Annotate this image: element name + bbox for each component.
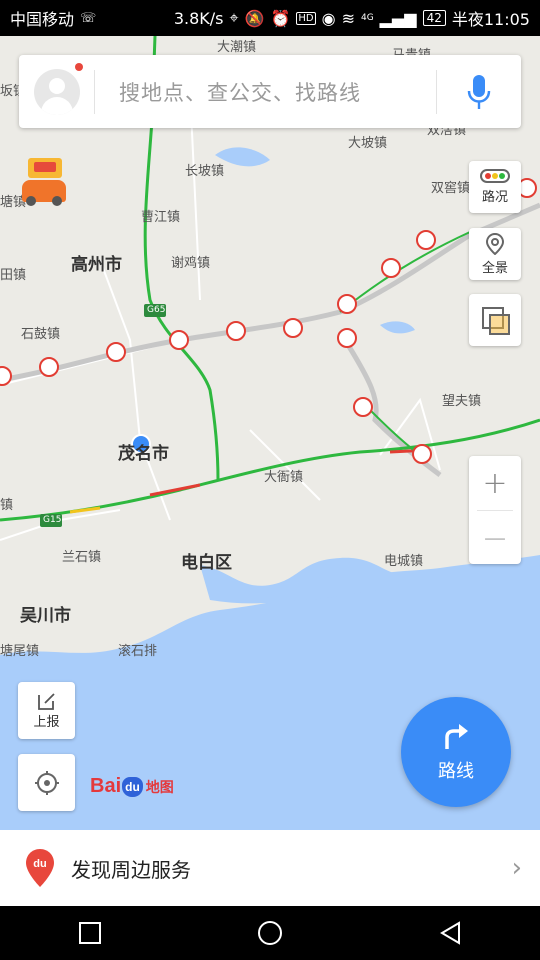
slow-segment — [69, 506, 101, 514]
traffic-label: 路况 — [481, 190, 508, 205]
route-button[interactable]: 路线 — [401, 697, 511, 807]
city-label: 高州市 — [71, 255, 122, 275]
construction-markers — [0, 178, 537, 464]
microphone-icon — [467, 74, 491, 109]
layers-icon — [482, 307, 510, 335]
nearby-services-panel[interactable]: du 发现周边服务 › — [0, 830, 540, 906]
place-label: 石鼓镇 — [21, 327, 61, 342]
expressway-gray — [0, 202, 540, 383]
promo-car-icon[interactable] — [20, 158, 70, 213]
battery-indicator: 42 — [422, 10, 446, 26]
panorama-button[interactable]: 全景 — [469, 228, 521, 280]
place-label: 大潮镇 — [217, 40, 257, 55]
place-label: 镇 — [0, 498, 14, 513]
layers-button[interactable] — [469, 294, 521, 346]
baidu-pin-icon: du — [26, 849, 54, 887]
system-nav-bar — [0, 906, 540, 960]
place-label: 塘尾镇 — [0, 644, 40, 659]
mute-icon: 🔕 — [244, 8, 265, 28]
logo-map-text: 地图 — [145, 778, 174, 795]
voice-search-button[interactable] — [437, 74, 521, 109]
back-button[interactable] — [439, 921, 461, 945]
place-label: 长坡镇 — [185, 164, 225, 179]
lake — [380, 321, 415, 334]
zoom-control: + — — [469, 456, 521, 564]
locate-icon — [34, 770, 59, 795]
report-label: 上报 — [33, 715, 60, 730]
wifi-call-icon: ☏ — [80, 10, 97, 26]
place-label: 电城镇 — [384, 554, 424, 569]
traffic-button[interactable]: 路况 — [469, 161, 521, 213]
place-label: 大衙镇 — [264, 470, 304, 485]
place-label: 田镇 — [0, 268, 27, 283]
clock: 半夜11:05 — [451, 10, 530, 29]
city-label: 茂名市 — [118, 444, 169, 464]
signal-icon: ▂▄▆ — [379, 8, 417, 28]
edit-icon — [37, 693, 55, 710]
alarm-icon: ⏰ — [270, 8, 291, 28]
avatar-head-shape — [49, 77, 65, 94]
zoom-in-button[interactable]: + — [469, 456, 521, 510]
wifi-icon: ≋ — [341, 8, 355, 28]
city-label: 吴川市 — [20, 606, 71, 626]
highway-label-g65: G65 — [147, 305, 166, 315]
eye-icon: ◉ — [321, 8, 336, 28]
home-button[interactable] — [257, 921, 282, 945]
route-label: 路线 — [438, 761, 474, 782]
logo-bai-text: Bai — [90, 775, 122, 797]
place-label: 曹江镇 — [141, 210, 181, 225]
network-speed: 3.8K/s — [173, 8, 224, 28]
place-label: 望夫镇 — [442, 394, 482, 409]
recent-apps-button[interactable] — [78, 922, 101, 944]
locate-button[interactable] — [18, 754, 75, 811]
traffic-light-icon — [480, 169, 510, 183]
search-input[interactable]: 搜地点、查公交、找路线 — [95, 77, 436, 107]
network-type: 4G — [360, 13, 374, 23]
chevron-right-icon: › — [511, 853, 522, 883]
turn-right-icon — [445, 724, 468, 749]
report-button[interactable]: 上报 — [18, 682, 75, 739]
nearby-services-label: 发现周边服务 — [71, 857, 191, 882]
status-bar: 中国移动 ☏ 3.8K/s ⌖ 🔕 ⏰ HD ◉ ≋ 4G ▂▄▆ 42 半夜1… — [0, 0, 540, 36]
logo-paw-icon: du — [122, 776, 143, 797]
location-status-icon: ⌖ — [229, 8, 239, 27]
highway-label-g15: G15 — [43, 515, 62, 525]
svg-text:du: du — [33, 858, 46, 870]
place-label: 兰石镇 — [62, 550, 102, 565]
avatar[interactable] — [34, 68, 80, 115]
city-label: 电白区 — [181, 553, 232, 573]
place-label: 谢鸡镇 — [171, 256, 211, 271]
carrier-label: 中国移动 — [10, 10, 75, 29]
baidu-map-logo: Bai du 地图 — [90, 775, 174, 798]
place-label: 大坡镇 — [348, 136, 388, 151]
place-label: 滚石排 — [118, 644, 158, 659]
place-label: 双窖镇 — [431, 181, 471, 196]
panorama-label: 全景 — [481, 260, 508, 276]
location-pin-icon — [486, 232, 504, 255]
search-bar[interactable]: 搜地点、查公交、找路线 — [19, 55, 521, 128]
zoom-out-button[interactable]: — — [469, 511, 521, 565]
avatar-body-shape — [41, 96, 73, 115]
notification-dot — [75, 63, 83, 71]
hd-icon: HD — [296, 11, 316, 25]
